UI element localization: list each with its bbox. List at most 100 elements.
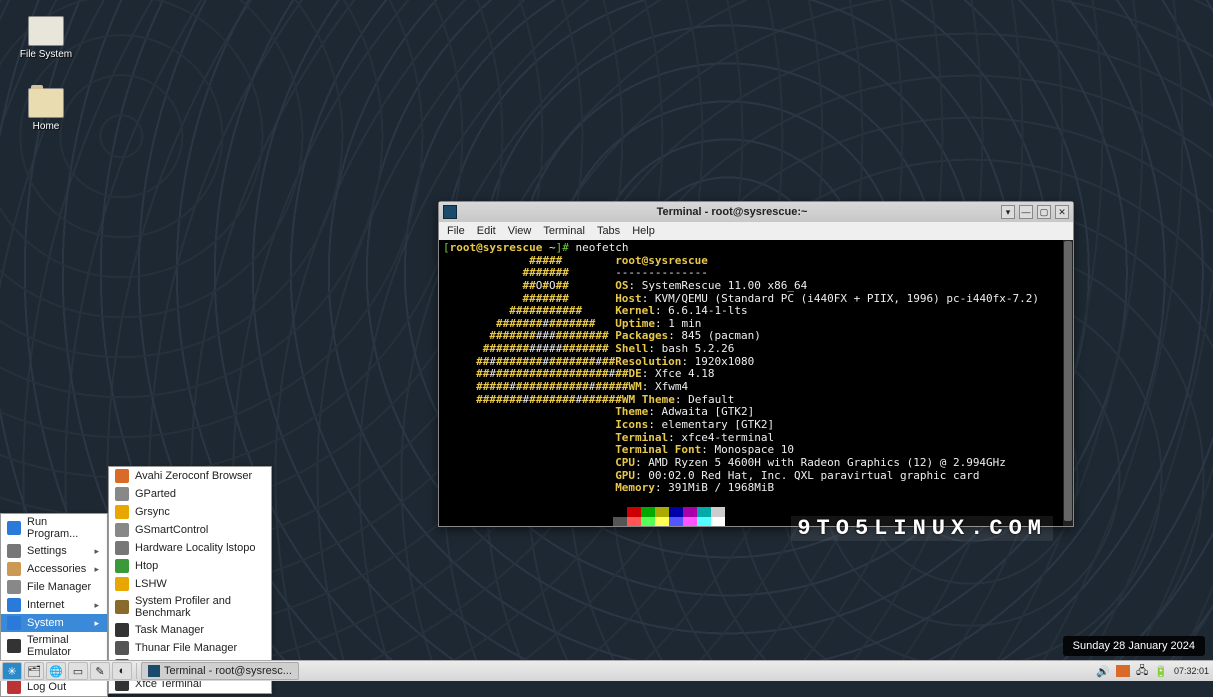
drive-icon: [28, 16, 64, 46]
taskmgr-icon: [115, 623, 129, 637]
date-tooltip: Sunday 28 January 2024: [1063, 636, 1205, 656]
menu-tabs[interactable]: Tabs: [597, 225, 620, 237]
menu-view[interactable]: View: [508, 225, 532, 237]
submenu-item-label: Hardware Locality lstopo: [135, 542, 255, 554]
menu-file[interactable]: File: [447, 225, 465, 237]
globe-icon: [7, 598, 21, 612]
network-icon[interactable]: 🖧: [1136, 662, 1148, 681]
search-icon: [7, 521, 21, 535]
audio-icon[interactable]: 🔊: [1096, 665, 1110, 678]
terminal-icon: [148, 665, 160, 677]
notification-icon[interactable]: [1116, 665, 1130, 677]
folder-icon: [28, 88, 64, 118]
taskbar-window-button[interactable]: Terminal - root@sysresc...: [141, 662, 299, 680]
menu-item-run-program-[interactable]: Run Program...: [1, 514, 107, 542]
menu-item-file-manager[interactable]: File Manager: [1, 578, 107, 596]
accessories-icon: [7, 562, 21, 576]
menu-item-label: Accessories: [27, 563, 86, 575]
submenu-item-gsmartcontrol[interactable]: GSmartControl: [109, 521, 271, 539]
grsync-icon: [115, 505, 129, 519]
scrollbar-thumb[interactable]: [1064, 241, 1072, 521]
window-menu-button[interactable]: ▾: [1001, 205, 1015, 219]
system-tray: 🔊 🖧 🔋 07:32:01: [1096, 662, 1211, 681]
menu-item-terminal-emulator[interactable]: Terminal Emulator: [1, 632, 107, 660]
menu-item-label: Run Program...: [27, 516, 99, 540]
submenu-item-label: Grsync: [135, 506, 170, 518]
submenu-item-avahi-zeroconf-browser[interactable]: Avahi Zeroconf Browser: [109, 467, 271, 485]
minimize-button[interactable]: —: [1019, 205, 1033, 219]
submenu-item-label: LSHW: [135, 578, 167, 590]
menubar: File Edit View Terminal Tabs Help: [439, 222, 1073, 240]
taskbar-window-label: Terminal - root@sysresc...: [164, 665, 292, 677]
terminal-icon: [443, 205, 457, 219]
menu-item-label: Internet: [27, 599, 64, 611]
desktop-icon-home[interactable]: Home: [10, 88, 82, 132]
terminal-body[interactable]: [root@sysrescue ~]# neofetch ##### root@…: [439, 240, 1073, 526]
system-icon: [7, 616, 21, 630]
menu-item-internet[interactable]: Internet ▸: [1, 596, 107, 614]
menu-item-label: System: [27, 617, 64, 629]
watermark: 9TO5LINUX.COM: [791, 516, 1053, 541]
submenu-item-label: Thunar File Manager: [135, 642, 237, 654]
file-manager-launcher[interactable]: 🗂: [24, 662, 44, 680]
desktop-icon-file-system[interactable]: File System: [10, 16, 82, 60]
submenu-item-label: Task Manager: [135, 624, 204, 636]
start-button[interactable]: ✳: [2, 662, 22, 680]
menu-item-label: Log Out: [27, 681, 66, 693]
clock-time: 07:32:01: [1174, 667, 1209, 676]
submenu-item-hardware-locality-lstopo[interactable]: Hardware Locality lstopo: [109, 539, 271, 557]
close-button[interactable]: ✕: [1055, 205, 1069, 219]
submenu-item-label: System Profiler and Benchmark: [135, 595, 263, 619]
desktop-icon-label: File System: [10, 49, 82, 60]
web-browser-launcher[interactable]: 🌐: [46, 662, 66, 680]
submenu-item-htop[interactable]: Htop: [109, 557, 271, 575]
submenu-item-label: GSmartControl: [135, 524, 208, 536]
menu-item-settings[interactable]: Settings ▸: [1, 542, 107, 560]
terminal-window[interactable]: Terminal - root@sysrescue:~ ▾ — ▢ ✕ File…: [438, 201, 1074, 527]
profiler-icon: [115, 600, 129, 614]
menu-item-system[interactable]: System ▸: [1, 614, 107, 632]
menu-terminal[interactable]: Terminal: [543, 225, 585, 237]
maximize-button[interactable]: ▢: [1037, 205, 1051, 219]
avahi-icon: [115, 469, 129, 483]
clock[interactable]: 07:32:01: [1174, 667, 1209, 676]
chevron-right-icon: ▸: [94, 564, 99, 575]
gsmart-icon: [115, 523, 129, 537]
separator: [136, 663, 137, 679]
lshw-icon: [115, 577, 129, 591]
submenu-item-thunar-file-manager[interactable]: Thunar File Manager: [109, 639, 271, 657]
gear-icon: [7, 544, 21, 558]
submenu-item-gparted[interactable]: GParted: [109, 485, 271, 503]
htop-icon: [115, 559, 129, 573]
gparted-launcher[interactable]: ◐: [112, 662, 132, 680]
menu-edit[interactable]: Edit: [477, 225, 496, 237]
chevron-right-icon: ▸: [94, 600, 99, 611]
show-desktop-button[interactable]: ▭: [68, 662, 88, 680]
chevron-right-icon: ▸: [94, 546, 99, 557]
gparted-icon: [115, 487, 129, 501]
thunar-icon: [115, 641, 129, 655]
scrollbar[interactable]: [1063, 240, 1073, 526]
taskbar: ✳ 🗂 🌐 ▭ ✎ ◐ Terminal - root@sysresc... 🔊…: [0, 660, 1213, 681]
submenu-item-system-profiler-and-benchmark[interactable]: System Profiler and Benchmark: [109, 593, 271, 621]
titlebar[interactable]: Terminal - root@sysrescue:~ ▾ — ▢ ✕: [439, 202, 1073, 222]
window-title: Terminal - root@sysrescue:~: [463, 206, 1001, 218]
menu-help[interactable]: Help: [632, 225, 655, 237]
folder-icon: [7, 580, 21, 594]
lstopo-icon: [115, 541, 129, 555]
desktop-icon-label: Home: [10, 121, 82, 132]
chevron-right-icon: ▸: [94, 618, 99, 629]
submenu-item-task-manager[interactable]: Task Manager: [109, 621, 271, 639]
menu-item-accessories[interactable]: Accessories ▸: [1, 560, 107, 578]
menu-item-label: Terminal Emulator: [27, 634, 99, 658]
submenu-item-label: Avahi Zeroconf Browser: [135, 470, 252, 482]
submenu-item-label: Htop: [135, 560, 158, 572]
logout-icon: [7, 680, 21, 694]
submenu-item-lshw[interactable]: LSHW: [109, 575, 271, 593]
text-editor-launcher[interactable]: ✎: [90, 662, 110, 680]
menu-item-label: Settings: [27, 545, 67, 557]
desktop[interactable]: File System Home Terminal - root@sysresc…: [0, 0, 1213, 681]
battery-icon[interactable]: 🔋: [1154, 665, 1168, 678]
menu-item-label: File Manager: [27, 581, 91, 593]
submenu-item-grsync[interactable]: Grsync: [109, 503, 271, 521]
